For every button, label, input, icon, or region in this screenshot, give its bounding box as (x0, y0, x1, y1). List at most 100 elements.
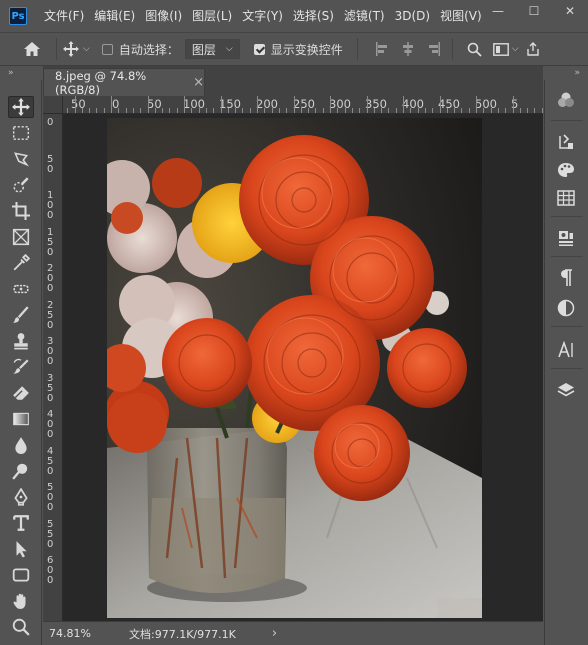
spot-healing-tool-icon[interactable] (8, 278, 34, 300)
libraries-icon[interactable] (553, 226, 579, 250)
ruler-tick (96, 108, 98, 113)
ruler-tick (227, 108, 229, 113)
grid-icon[interactable] (553, 186, 579, 210)
eraser-tool-icon[interactable] (8, 382, 34, 404)
character-icon[interactable] (553, 338, 579, 362)
ruler-label: 0 (47, 356, 54, 367)
workspace-icon[interactable]: ⌵ (492, 42, 519, 56)
ruler-origin[interactable] (43, 96, 63, 114)
menu-view[interactable]: 视图(V) (435, 0, 487, 32)
image-canvas[interactable] (107, 118, 482, 618)
maximize-button[interactable]: ☐ (516, 0, 552, 22)
close-button[interactable]: ✕ (552, 0, 588, 22)
align-right-icon[interactable] (424, 42, 444, 56)
swatches-icon[interactable] (553, 158, 579, 182)
adjustments-icon[interactable] (553, 296, 579, 320)
layers-icon[interactable] (553, 378, 579, 402)
menu-file[interactable]: 文件(F) (39, 0, 89, 32)
close-icon[interactable]: × (193, 75, 204, 90)
vertical-ruler[interactable]: 050100150200250300350400450500550600 (43, 114, 63, 621)
ruler-tick (395, 108, 397, 113)
panel-collapse-icon[interactable]: » (544, 66, 588, 80)
crop-tool-icon[interactable] (8, 200, 34, 222)
lasso-tool-icon[interactable] (8, 148, 34, 170)
align-center-icon[interactable] (398, 42, 418, 56)
ruler-label: 5 (47, 236, 54, 248)
pen-tool-icon[interactable] (8, 486, 34, 508)
ruler-tick (162, 108, 164, 113)
horizontal-ruler[interactable]: 50 0 50 100 150 200 250 300 350 400 450 … (63, 96, 543, 114)
menu-select[interactable]: 选择(S) (288, 0, 339, 32)
ruler-tick (366, 96, 368, 113)
ruler-tick (490, 108, 492, 113)
ruler-tick (446, 108, 448, 113)
menu-edit[interactable]: 编辑(E) (89, 0, 140, 32)
ruler-label: 5 (47, 153, 54, 165)
paragraph-icon[interactable] (553, 266, 579, 290)
minimize-button[interactable]: — (480, 0, 516, 22)
ruler-label: 150 (219, 97, 241, 111)
ruler-tick (344, 108, 346, 113)
ruler-tick (140, 108, 142, 113)
ruler-tick (154, 108, 156, 113)
frame-tool-icon[interactable] (8, 226, 34, 248)
ruler-label: 500 (475, 97, 497, 111)
zoom-level[interactable]: 74.81% (49, 627, 115, 640)
hand-tool-icon[interactable] (8, 590, 34, 612)
quick-select-tool-icon[interactable] (8, 174, 34, 196)
path-select-tool-icon[interactable] (8, 538, 34, 560)
toolbar-collapse-icon[interactable]: » (0, 66, 42, 80)
options-bar: ⌵ 自动选择： 图层 ⌵ 显示变换控件 ⌵ (0, 32, 588, 66)
document-tab-bar: 8.jpeg @ 74.8%(RGB/8) × (43, 66, 543, 97)
ruler-tick (388, 108, 390, 113)
history-icon[interactable] (553, 130, 579, 154)
ruler-tick (461, 108, 463, 113)
align-left-icon[interactable] (372, 42, 392, 56)
ruler-label: 5 (47, 528, 54, 540)
history-brush-tool-icon[interactable] (8, 356, 34, 378)
zoom-tool-icon[interactable] (8, 616, 34, 638)
ruler-label: 0 (47, 163, 54, 175)
ruler-tick (220, 96, 222, 113)
document-tab[interactable]: 8.jpeg @ 74.8%(RGB/8) × (43, 68, 205, 97)
layer-dropdown-value: 图层 (191, 42, 216, 57)
ruler-tick (293, 96, 295, 113)
status-menu-arrow[interactable]: › (272, 626, 277, 641)
brush-tool-icon[interactable] (8, 304, 34, 326)
show-transform-checkbox[interactable]: 显示变换控件 (253, 41, 343, 58)
ruler-tick (118, 108, 120, 113)
blur-tool-icon[interactable] (8, 434, 34, 456)
share-icon[interactable] (525, 42, 541, 56)
type-tool-icon[interactable] (8, 512, 34, 534)
ruler-tick (89, 108, 91, 113)
home-icon[interactable] (22, 41, 42, 57)
menu-filter[interactable]: 滤镜(T) (339, 0, 390, 32)
dodge-tool-icon[interactable] (8, 460, 34, 482)
menu-image[interactable]: 图像(I) (140, 0, 187, 32)
layer-dropdown[interactable]: 图层 ⌵ (184, 39, 240, 59)
move-tool-icon[interactable] (8, 96, 34, 118)
ruler-tick (527, 108, 529, 113)
auto-select-checkbox[interactable]: 自动选择： (101, 41, 179, 58)
color-icon[interactable] (553, 88, 579, 112)
ruler-tick (432, 108, 434, 113)
clone-stamp-tool-icon[interactable] (8, 330, 34, 352)
rectangle-tool-icon[interactable] (8, 564, 34, 586)
ruler-tick (67, 108, 69, 113)
ruler-tick (132, 108, 134, 113)
gradient-tool-icon[interactable] (8, 408, 34, 430)
search-icon[interactable] (465, 42, 485, 57)
ruler-label: 200 (256, 97, 278, 111)
menu-layer[interactable]: 图层(L) (187, 0, 237, 32)
eyedropper-tool-icon[interactable] (8, 252, 34, 274)
ruler-tick (147, 96, 149, 113)
menu-type[interactable]: 文字(Y) (237, 0, 288, 32)
ruler-tick (81, 108, 83, 113)
menu-3d[interactable]: 3D(D) (390, 0, 435, 32)
ruler-tick (351, 108, 353, 113)
ruler-tick (330, 96, 331, 113)
ruler-label: 0 (47, 502, 54, 513)
marquee-tool-icon[interactable] (8, 122, 34, 144)
ruler-tick (249, 108, 251, 113)
move-tool-preset-icon[interactable]: ⌵ (63, 41, 90, 57)
